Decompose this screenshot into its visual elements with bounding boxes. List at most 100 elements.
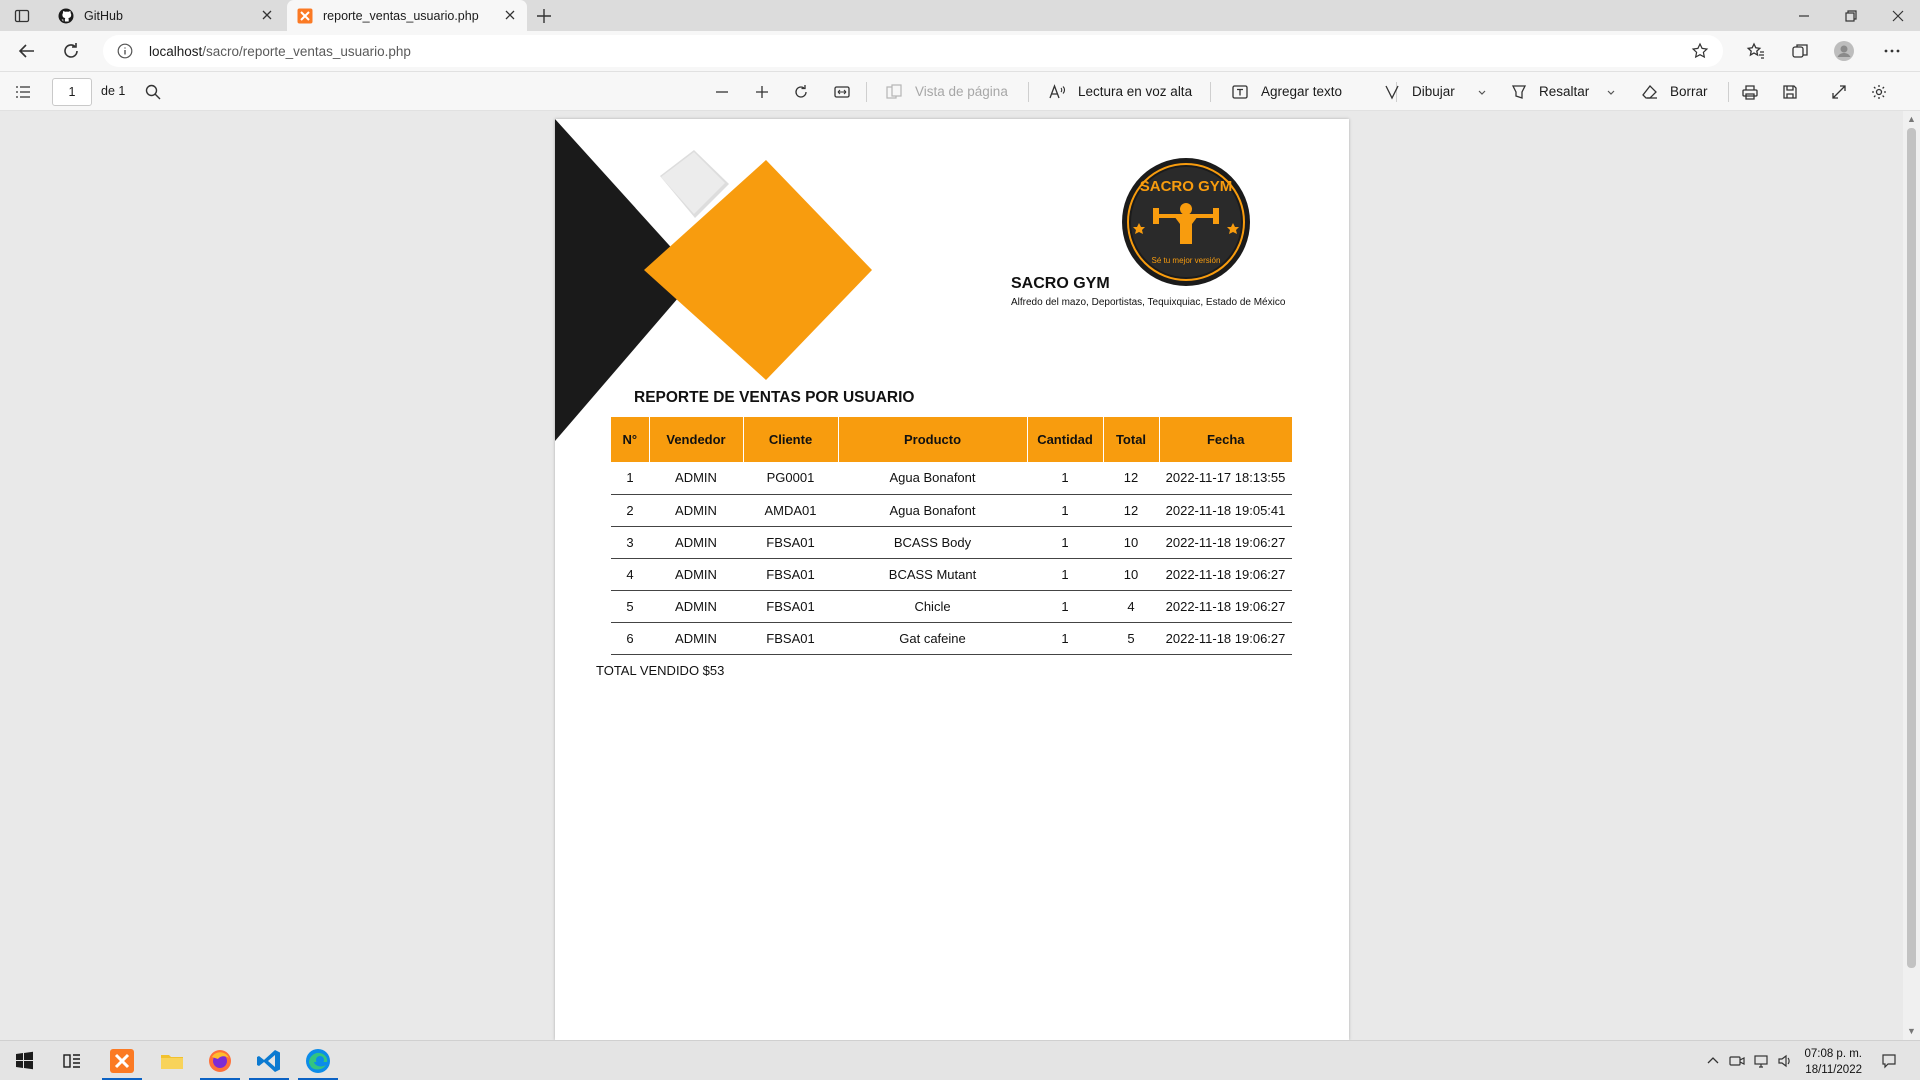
- scroll-thumb[interactable]: [1907, 128, 1916, 968]
- refresh-icon[interactable]: [61, 41, 81, 61]
- cell-quantity: 1: [1027, 494, 1103, 527]
- site-info-icon[interactable]: [117, 43, 133, 59]
- cell-date: 2022-11-18 19:06:27: [1159, 622, 1292, 655]
- print-icon[interactable]: [1741, 83, 1759, 101]
- zoom-in-icon[interactable]: [753, 83, 771, 101]
- vscode-icon[interactable]: [255, 1047, 283, 1075]
- windows-start-icon[interactable]: [10, 1047, 38, 1075]
- cell-date: 2022-11-18 19:05:41: [1159, 494, 1292, 527]
- decorative-shapes: [555, 119, 872, 441]
- chevron-down-icon[interactable]: [1602, 83, 1620, 101]
- favorite-star-icon[interactable]: [1691, 42, 1709, 60]
- column-header: Total: [1103, 417, 1160, 462]
- navigation-bar: localhost/sacro/reporte_ventas_usuario.p…: [0, 31, 1920, 71]
- firefox-icon[interactable]: [206, 1047, 234, 1075]
- system-clock[interactable]: 07:08 p. m. 18/11/2022: [1790, 1046, 1862, 1078]
- cell-number: 5: [611, 590, 649, 623]
- draw-icon[interactable]: [1383, 83, 1401, 101]
- scroll-down-icon[interactable]: ▼: [1906, 1026, 1917, 1037]
- pdf-toolbar: 1 de 1 Vista de página Lectura en voz al…: [0, 71, 1920, 111]
- edge-icon[interactable]: [304, 1047, 332, 1075]
- favorites-icon[interactable]: [1746, 41, 1766, 61]
- table-row: 2 ADMIN AMDA01 Agua Bonafont 1 12 2022-1…: [611, 494, 1292, 527]
- restore-icon[interactable]: [1842, 7, 1860, 25]
- address-bar[interactable]: localhost/sacro/reporte_ventas_usuario.p…: [103, 35, 1723, 67]
- pdf-page: SACRO GYM Sé tu mejor versión SACRO GYM …: [555, 119, 1349, 1040]
- windows-taskbar: 07:08 p. m. 18/11/2022: [0, 1040, 1920, 1080]
- cell-number: 4: [611, 558, 649, 591]
- cell-quantity: 1: [1027, 622, 1103, 655]
- cell-seller: ADMIN: [649, 494, 743, 527]
- tab-title: reporte_ventas_usuario.php: [323, 9, 479, 23]
- minimize-icon[interactable]: [1795, 7, 1813, 25]
- table-row: 6 ADMIN FBSA01 Gat cafeine 1 5 2022-11-1…: [611, 622, 1292, 655]
- clock-time: 07:08 p. m.: [1804, 1048, 1862, 1060]
- highlight-icon[interactable]: [1510, 83, 1528, 101]
- toolbar-divider: [1728, 82, 1729, 102]
- settings-gear-icon[interactable]: [1870, 83, 1888, 101]
- page-view-icon: [886, 84, 902, 99]
- tab-actions-icon[interactable]: [14, 8, 30, 24]
- cell-client: PG0001: [743, 462, 838, 495]
- add-text-icon[interactable]: [1231, 83, 1249, 101]
- notifications-icon[interactable]: [1880, 1052, 1898, 1070]
- add-text-button[interactable]: Agregar texto: [1261, 84, 1342, 99]
- cell-seller: ADMIN: [649, 622, 743, 655]
- close-tab-icon[interactable]: [260, 8, 274, 22]
- search-icon[interactable]: [144, 83, 162, 101]
- table-row: 3 ADMIN FBSA01 BCASS Body 1 10 2022-11-1…: [611, 526, 1292, 559]
- file-explorer-icon[interactable]: [158, 1047, 186, 1075]
- logo-tagline: Sé tu mejor versión: [1152, 256, 1221, 265]
- close-window-icon[interactable]: [1889, 7, 1907, 25]
- highlight-button[interactable]: Resaltar: [1539, 84, 1589, 99]
- vertical-scrollbar[interactable]: ▲ ▼: [1903, 111, 1920, 1040]
- url-host: localhost: [149, 44, 203, 59]
- chevron-down-icon[interactable]: [1473, 83, 1491, 101]
- chevron-up-icon[interactable]: [1704, 1052, 1722, 1070]
- read-aloud-button[interactable]: Lectura en voz alta: [1078, 84, 1192, 99]
- url-text: localhost/sacro/reporte_ventas_usuario.p…: [149, 44, 411, 59]
- read-aloud-icon[interactable]: [1048, 83, 1066, 101]
- cell-product: Agua Bonafont: [838, 462, 1027, 495]
- draw-button[interactable]: Dibujar: [1412, 84, 1455, 99]
- page-number-input[interactable]: 1: [52, 78, 92, 106]
- scroll-up-icon[interactable]: ▲: [1906, 114, 1917, 125]
- column-header: Cliente: [743, 417, 839, 462]
- toolbar-divider: [1028, 82, 1029, 102]
- new-tab-icon[interactable]: [535, 7, 553, 25]
- table-row: 1 ADMIN PG0001 Agua Bonafont 1 12 2022-1…: [611, 462, 1292, 495]
- table-of-contents-icon[interactable]: [14, 83, 32, 101]
- save-icon[interactable]: [1781, 83, 1799, 101]
- tab-reporte[interactable]: reporte_ventas_usuario.php: [287, 0, 527, 31]
- task-view-icon[interactable]: [58, 1047, 86, 1075]
- sales-table: N° Vendedor Cliente Producto Cantidad To…: [611, 417, 1292, 655]
- cell-date: 2022-11-18 19:06:27: [1159, 526, 1292, 559]
- cell-number: 2: [611, 494, 649, 527]
- cell-quantity: 1: [1027, 462, 1103, 495]
- url-path: /sacro/reporte_ventas_usuario.php: [202, 44, 411, 59]
- cell-total: 5: [1103, 622, 1159, 655]
- xampp-icon[interactable]: [108, 1047, 136, 1075]
- eraser-icon[interactable]: [1641, 83, 1659, 101]
- meet-now-icon[interactable]: [1728, 1052, 1746, 1070]
- tab-github[interactable]: GitHub: [48, 0, 284, 31]
- column-header: Fecha: [1159, 417, 1292, 462]
- page-count: de 1: [101, 84, 126, 98]
- close-tab-icon[interactable]: [503, 8, 517, 22]
- rotate-icon[interactable]: [792, 83, 810, 101]
- page-view-button: Vista de página: [915, 84, 1008, 99]
- back-arrow-icon[interactable]: [17, 41, 37, 61]
- fullscreen-icon[interactable]: [1830, 83, 1848, 101]
- collections-icon[interactable]: [1790, 41, 1810, 61]
- column-header: N°: [611, 417, 650, 462]
- erase-button[interactable]: Borrar: [1670, 84, 1708, 99]
- zoom-out-icon[interactable]: [713, 83, 731, 101]
- column-header: Cantidad: [1027, 417, 1104, 462]
- cell-quantity: 1: [1027, 526, 1103, 559]
- cell-total: 10: [1103, 558, 1159, 591]
- more-menu-icon[interactable]: [1882, 41, 1902, 61]
- profile-avatar-icon[interactable]: [1834, 41, 1854, 61]
- network-icon[interactable]: [1752, 1052, 1770, 1070]
- fit-page-icon[interactable]: [833, 83, 851, 101]
- sacro-gym-logo: SACRO GYM Sé tu mejor versión: [1122, 158, 1250, 286]
